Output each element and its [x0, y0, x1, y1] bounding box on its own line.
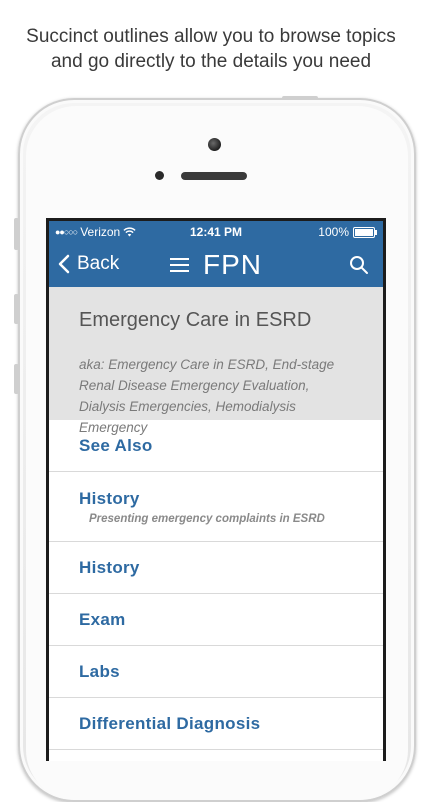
section-label: History [79, 557, 140, 577]
menu-icon[interactable] [170, 258, 189, 272]
section-label: See Also [79, 435, 153, 455]
volume-up-button [14, 294, 19, 324]
section-list: See Also History Presenting emergency co… [49, 420, 383, 750]
status-bar: ●●○○○ Verizon 12:41 PM 100% [49, 221, 383, 243]
earpiece-speaker [181, 172, 247, 180]
proximity-sensor [155, 171, 164, 180]
app-brand: FPN [203, 249, 262, 280]
section-item-labs[interactable]: Labs [49, 646, 383, 698]
app-screen: ●●○○○ Verizon 12:41 PM 100% Back FPN Eme… [46, 218, 386, 761]
topic-title: Emergency Care in ESRD [79, 309, 312, 331]
mute-switch [14, 218, 19, 250]
status-right: 100% [318, 225, 377, 239]
section-label: Differential Diagnosis [79, 713, 261, 733]
section-label: Labs [79, 661, 120, 681]
section-label: History [79, 488, 140, 508]
section-item-exam[interactable]: Exam [49, 594, 383, 646]
section-item-history-complaints[interactable]: History Presenting emergency complaints … [49, 472, 383, 542]
battery-icon [353, 226, 377, 238]
nav-bar: Back FPN [49, 243, 383, 287]
search-icon[interactable] [349, 255, 369, 275]
section-item-differential-diagnosis[interactable]: Differential Diagnosis [49, 698, 383, 750]
section-label: Exam [79, 609, 126, 629]
promo-caption: Succinct outlines allow you to browse to… [0, 24, 422, 74]
battery-percent: 100% [318, 225, 349, 239]
power-button [282, 96, 318, 100]
caption-line-1: Succinct outlines allow you to browse to… [26, 26, 396, 47]
topic-header: Emergency Care in ESRD aka: Emergency Ca… [49, 287, 383, 435]
front-camera-icon [208, 138, 221, 151]
volume-down-button [14, 364, 19, 394]
nav-title-group: FPN [49, 249, 383, 281]
section-sublabel: Presenting emergency complaints in ESRD [89, 512, 325, 525]
caption-line-2: and go directly to the details you need [50, 51, 372, 72]
section-item-history[interactable]: History [49, 542, 383, 594]
